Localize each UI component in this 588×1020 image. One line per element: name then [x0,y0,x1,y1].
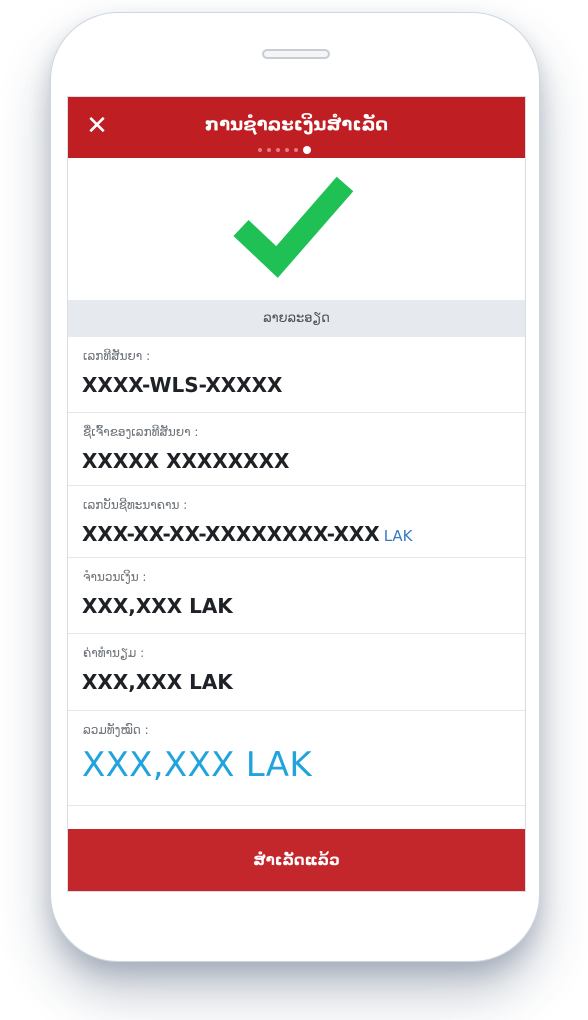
amount-label: ຈຳນວນເງິນ : [83,570,147,584]
details-list: ເລກທີສັນຍາ : XXXX-WLS-XXXXX ຊື່ເຈົ້າຂອງເ… [68,337,525,806]
done-button[interactable]: ສຳເລັດແລ້ວ [68,829,525,891]
header-bar: ✕ ການຊຳລະເງິນສຳເລັດ [68,97,525,158]
contract-owner-row: ຊື່ເຈົ້າຂອງເລກທີສັນຍາ : XXXXX XXXXXXXX [68,413,525,486]
contract-owner-label: ຊື່ເຈົ້າຂອງເລກທີສັນຍາ : [83,425,199,439]
page-title: ການຊຳລະເງິນສຳເລັດ [204,114,389,135]
fee-value: XXX,XXX LAK [82,670,233,694]
contract-number-row: ເລກທີສັນຍາ : XXXX-WLS-XXXXX [68,337,525,413]
step-dot [267,148,271,152]
checkmark-icon [233,176,354,278]
total-row: ລວມທັງໝົດ : XXX,XXX LAK [68,711,525,806]
fee-row: ຄ່າທຳນຽມ : XXX,XXX LAK [68,634,525,711]
bank-account-label: ເລກບັນຊີທະນາຄານ : [83,498,188,512]
fee-label: ຄ່າທຳນຽມ : [83,646,145,660]
phone-speaker [262,49,330,59]
bank-account-row: ເລກບັນຊີທະນາຄານ : XXX-XX-XX-XXXXXXXX-XXX… [68,486,525,558]
step-dot-active [303,146,311,154]
contract-owner-value: XXXXX XXXXXXXX [82,449,290,473]
contract-number-label: ເລກທີສັນຍາ : [83,349,151,363]
bank-account-value-line: XXX-XX-XX-XXXXXXXX-XXX LAK [82,522,413,546]
step-dot [258,148,262,152]
step-indicator [258,145,311,155]
total-value-line: XXX,XXX LAK [82,745,312,785]
total-value: XXX,XXX [82,745,235,785]
step-dot [294,148,298,152]
amount-value: XXX,XXX LAK [82,594,233,618]
contract-number-value: XXXX-WLS-XXXXX [82,373,283,397]
details-section-header: ລາຍລະອຽດ [68,300,525,337]
total-label: ລວມທັງໝົດ : [83,723,149,737]
bank-account-value: XXX-XX-XX-XXXXXXXX-XXX [82,522,380,546]
success-area [68,158,525,300]
step-dot [285,148,289,152]
total-currency: LAK [245,745,312,785]
amount-row: ຈຳນວນເງິນ : XXX,XXX LAK [68,558,525,634]
step-dot [276,148,280,152]
bank-account-currency: LAK [383,527,413,545]
app-screen: ✕ ການຊຳລະເງິນສຳເລັດ ລາຍລະອຽດ ເລກທີສັນຍາ … [67,96,526,892]
